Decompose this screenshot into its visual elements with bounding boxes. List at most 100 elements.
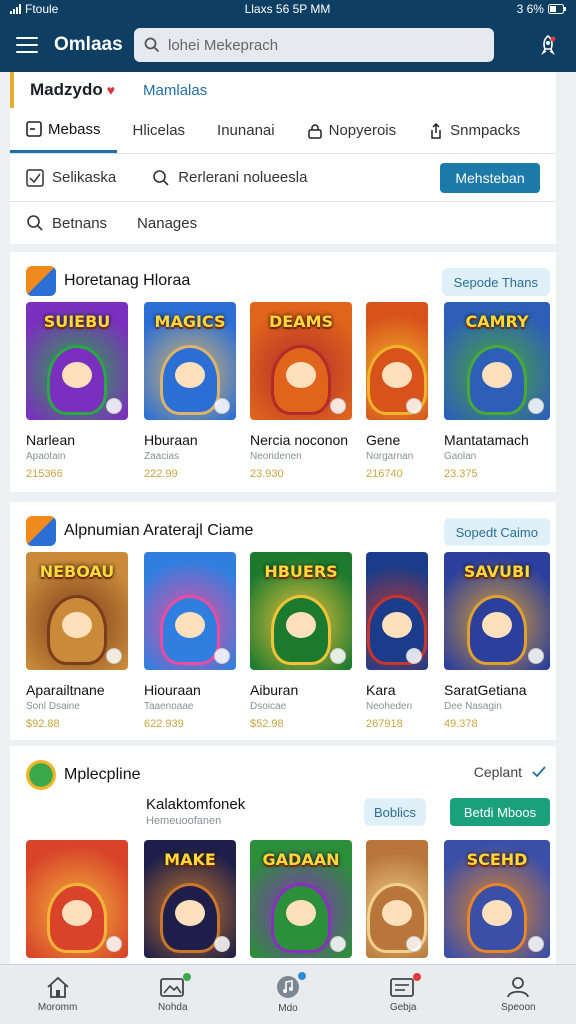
tag-button[interactable]: Boblics: [364, 798, 426, 826]
character-art: [163, 598, 217, 662]
character-art: [163, 886, 217, 950]
game-card[interactable]: SCEHD: [444, 840, 550, 958]
game-thumbnail: SAVUBI: [444, 552, 550, 670]
search-bar[interactable]: [134, 28, 494, 62]
tab-label: Inunanai: [217, 122, 275, 139]
nav-item-inbox[interactable]: Gebja: [363, 973, 443, 1013]
filter-search[interactable]: Rerlerani nolueesla: [152, 169, 307, 187]
play-icon[interactable]: [528, 936, 544, 952]
hamburger-menu-button[interactable]: [14, 34, 40, 56]
tab-hlicelas[interactable]: Hlicelas: [117, 108, 202, 153]
filter-checkbox[interactable]: Selikaska: [26, 168, 117, 187]
game-name: Aiburan: [250, 682, 299, 698]
filter-label: Selikaska: [52, 169, 117, 186]
play-icon[interactable]: [214, 936, 230, 952]
game-card[interactable]: HBUERS Aiburan Dsoicae $52.98: [250, 552, 352, 730]
game-count: 215366: [26, 468, 63, 480]
game-name: Kara: [366, 682, 396, 698]
account-link[interactable]: Mamlalas: [143, 82, 207, 99]
sort-row: Betnans Nanages: [10, 202, 556, 244]
game-art-title: DEAMS: [268, 312, 334, 331]
nav-item-music[interactable]: Mdo: [248, 972, 328, 1014]
play-icon[interactable]: [528, 648, 544, 664]
game-card[interactable]: Hiouraan Taaenoaae 622.939: [144, 552, 236, 730]
game-name: SaratGetiana: [444, 682, 527, 698]
status-time: Llaxs 56 5P MM: [244, 2, 331, 16]
section-title: Mplecpline: [64, 766, 141, 783]
game-subtitle: Neoridenen: [250, 451, 302, 462]
section-header: Mplecpline: [26, 760, 140, 790]
tab-nopyerois[interactable]: Nopyerois: [291, 108, 413, 153]
sort-manages[interactable]: Nanages: [137, 215, 197, 232]
game-card[interactable]: GADAAN: [250, 840, 352, 958]
action-button[interactable]: Betdi Mboos: [450, 798, 550, 826]
game-card[interactable]: DEAMS Nercia noconon Neoridenen 23.930: [250, 302, 352, 480]
notification-badge: [182, 973, 191, 981]
play-icon[interactable]: [330, 398, 346, 414]
game-thumbnail: [366, 552, 428, 670]
play-icon[interactable]: [406, 936, 422, 952]
nav-label: Gebja: [389, 1002, 417, 1013]
nav-label: Mdo: [278, 1003, 298, 1014]
game-thumbnail: MAKE: [144, 840, 236, 958]
game-subtitle: Apaotain: [26, 451, 66, 462]
tab-snmpacks[interactable]: Snmpacks: [412, 108, 536, 153]
game-art-title: HBUERS: [264, 562, 338, 581]
game-art-title: SUIEBU: [43, 312, 111, 331]
see-all-button[interactable]: Sopedt Caimo: [443, 518, 550, 546]
bottom-navigation: Moromm Nohda Mdo Gebja Speoon: [0, 964, 576, 1024]
tab-label: Nopyerois: [328, 122, 397, 139]
game-card[interactable]: Kara Neoheden 267918: [366, 552, 428, 730]
play-icon[interactable]: [106, 648, 122, 664]
game-card[interactable]: SAVUBI SaratGetiana Dee Nasagin 49.378: [444, 552, 550, 730]
minus-square-icon: [26, 121, 42, 137]
game-thumbnail: DEAMS: [250, 302, 352, 420]
game-card[interactable]: SUIEBU Narlean Apaotain 215366: [26, 302, 128, 480]
game-card[interactable]: [366, 840, 428, 958]
carrier-label: Ftoule: [25, 2, 59, 16]
play-icon[interactable]: [406, 398, 422, 414]
filter-label: Rerlerani nolueesla: [178, 169, 308, 186]
nav-item-profile[interactable]: Speoon: [478, 976, 558, 1013]
character-art: [163, 348, 217, 412]
tab-inunanai[interactable]: Inunanai: [201, 108, 291, 153]
game-card[interactable]: NEBOAU Aparailtnane Sonl Dsaine $92.88: [26, 552, 128, 730]
sort-search[interactable]: Betnans: [26, 214, 107, 232]
play-icon[interactable]: [330, 648, 346, 664]
game-art-title: MAKE: [164, 850, 216, 869]
play-icon[interactable]: [106, 936, 122, 952]
game-section-2: Alpnumian Araterajl Ciame Sopedt Caimo N…: [10, 502, 556, 740]
character-art: [470, 598, 524, 662]
game-thumbnail: [144, 552, 236, 670]
play-icon[interactable]: [528, 398, 544, 414]
game-section-1: Horetanag Hloraa Sepode Thans SUIEBU Narl…: [10, 252, 556, 492]
play-icon[interactable]: [214, 648, 230, 664]
primary-action-button[interactable]: Mehsteban: [440, 162, 540, 193]
see-all-button[interactable]: Sepode Thans: [441, 268, 550, 296]
play-icon[interactable]: [406, 648, 422, 664]
nav-label: Speoon: [501, 1002, 536, 1013]
nav-item-gallery[interactable]: Nohda: [133, 973, 213, 1013]
game-card[interactable]: MAKE: [144, 840, 236, 958]
tab-mebass[interactable]: Mebass: [10, 108, 117, 153]
game-art-title: SCEHD: [466, 850, 528, 869]
sort-label: Nanages: [137, 214, 198, 232]
play-icon[interactable]: [214, 398, 230, 414]
game-card[interactable]: Gene Norgarnan 216740: [366, 302, 428, 480]
game-card[interactable]: [26, 840, 128, 958]
play-icon[interactable]: [330, 936, 346, 952]
feature-name: Kalaktomfonek: [146, 796, 246, 813]
signal-icon: [10, 4, 21, 14]
nav-item-home[interactable]: Moromm: [18, 976, 98, 1013]
section-title: Alpnumian Araterajl Ciame: [64, 522, 254, 539]
play-icon[interactable]: [106, 398, 122, 414]
game-card[interactable]: MAGICS Hburaan Zaacias 222.99: [144, 302, 236, 480]
game-subtitle: Dsoicae: [250, 701, 287, 712]
home-icon: [46, 976, 69, 998]
tab-label: Mebass: [48, 120, 101, 138]
section-link[interactable]: Ceplant: [474, 764, 546, 780]
search-input[interactable]: [168, 36, 468, 54]
game-card[interactable]: CAMRY Mantatamach Gaolan 23.375: [444, 302, 550, 480]
tab-bar: Mebass Hlicelas Inunanai Nopyerois Snmpa…: [10, 108, 556, 154]
rocket-icon[interactable]: [534, 31, 562, 59]
